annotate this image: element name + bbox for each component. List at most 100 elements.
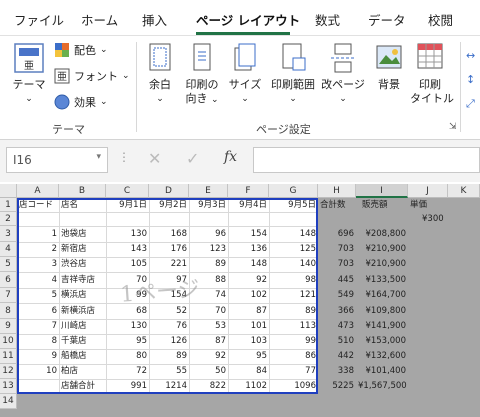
- table-cell[interactable]: ¥210,900: [356, 242, 408, 257]
- row-header[interactable]: 8: [0, 303, 17, 319]
- table-cell[interactable]: ¥133,500: [356, 272, 408, 288]
- table-cell[interactable]: 154: [228, 226, 269, 242]
- table-cell[interactable]: 10: [17, 364, 59, 379]
- table-cell[interactable]: 136: [228, 242, 269, 257]
- table-cell[interactable]: 89: [149, 349, 189, 364]
- row-header[interactable]: 5: [0, 257, 17, 272]
- table-cell[interactable]: 105: [106, 257, 149, 272]
- row-header[interactable]: 2: [0, 212, 17, 226]
- table-cell[interactable]: 549: [318, 288, 356, 303]
- select-all-corner[interactable]: [0, 184, 17, 198]
- table-cell[interactable]: 5: [17, 288, 59, 303]
- table-cell[interactable]: ¥164,700: [356, 288, 408, 303]
- print-area-button[interactable]: 印刷範囲 ⌄: [268, 42, 318, 106]
- formula-input[interactable]: [253, 147, 480, 173]
- table-cell[interactable]: 横浜店: [59, 288, 106, 303]
- tab-page-layout[interactable]: ページ レイアウト: [196, 10, 300, 29]
- margins-button[interactable]: 余白 ⌄: [142, 42, 178, 106]
- column-header[interactable]: J: [408, 184, 448, 198]
- table-cell[interactable]: 510: [318, 334, 356, 349]
- table-cell[interactable]: 445: [318, 272, 356, 288]
- table-cell[interactable]: 366: [318, 303, 356, 319]
- table-cell[interactable]: 70: [189, 303, 228, 319]
- scale-icons[interactable]: ↔ ↕ ⤢: [466, 44, 475, 116]
- table-cell[interactable]: 川崎店: [59, 319, 106, 334]
- table-cell[interactable]: 86: [269, 349, 318, 364]
- table-cell[interactable]: 168: [149, 226, 189, 242]
- table-cell[interactable]: 96: [189, 226, 228, 242]
- table-cell[interactable]: 102: [228, 288, 269, 303]
- column-header[interactable]: C: [106, 184, 149, 198]
- table-cell[interactable]: 101: [228, 319, 269, 334]
- header-cell[interactable]: 9月3日: [189, 198, 228, 212]
- fonts-button[interactable]: 亜 フォント ⌄: [54, 68, 130, 84]
- table-cell[interactable]: ¥208,800: [356, 226, 408, 242]
- header-cell[interactable]: 単価: [408, 198, 448, 212]
- table-cell[interactable]: 池袋店: [59, 226, 106, 242]
- total-cell[interactable]: 1214: [149, 379, 189, 394]
- table-cell[interactable]: 渋谷店: [59, 257, 106, 272]
- table-cell[interactable]: 103: [228, 334, 269, 349]
- table-cell[interactable]: 8: [17, 334, 59, 349]
- table-cell[interactable]: 92: [228, 272, 269, 288]
- table-cell[interactable]: 130: [106, 226, 149, 242]
- table-cell[interactable]: 50: [189, 364, 228, 379]
- tab-data[interactable]: データ: [368, 10, 406, 29]
- table-cell[interactable]: 新宿店: [59, 242, 106, 257]
- table-cell[interactable]: 92: [189, 349, 228, 364]
- table-cell[interactable]: 703: [318, 257, 356, 272]
- column-header[interactable]: D: [149, 184, 189, 198]
- table-cell[interactable]: 113: [269, 319, 318, 334]
- row-header[interactable]: 1: [0, 198, 17, 212]
- header-cell[interactable]: 9月2日: [149, 198, 189, 212]
- table-cell[interactable]: 696: [318, 226, 356, 242]
- table-cell[interactable]: 473: [318, 319, 356, 334]
- header-cell[interactable]: 合計数: [318, 198, 356, 212]
- column-header[interactable]: K: [448, 184, 480, 198]
- table-cell[interactable]: 87: [228, 303, 269, 319]
- table-cell[interactable]: 98: [269, 272, 318, 288]
- table-cell[interactable]: 703: [318, 242, 356, 257]
- table-cell[interactable]: ¥109,800: [356, 303, 408, 319]
- table-cell[interactable]: 87: [189, 334, 228, 349]
- table-cell[interactable]: 柏店: [59, 364, 106, 379]
- orientation-button[interactable]: 印刷の 向き ⌄: [182, 42, 222, 107]
- dialog-launcher-icon[interactable]: ⇲: [449, 122, 457, 132]
- table-cell[interactable]: 95: [106, 334, 149, 349]
- table-cell[interactable]: 77: [269, 364, 318, 379]
- table-cell[interactable]: 3: [17, 257, 59, 272]
- table-cell[interactable]: ¥132,600: [356, 349, 408, 364]
- table-cell[interactable]: 千葉店: [59, 334, 106, 349]
- row-header[interactable]: 7: [0, 288, 17, 303]
- total-cell[interactable]: 店舗合計: [59, 379, 106, 394]
- table-cell[interactable]: 1: [17, 226, 59, 242]
- table-cell[interactable]: 99: [269, 334, 318, 349]
- table-cell[interactable]: 221: [149, 257, 189, 272]
- breaks-button[interactable]: 改ページ ⌄: [320, 42, 366, 106]
- background-button[interactable]: 背景: [370, 42, 408, 92]
- table-cell[interactable]: 140: [269, 257, 318, 272]
- unit-price-cell[interactable]: ¥300: [420, 212, 460, 226]
- row-header[interactable]: 11: [0, 349, 17, 364]
- header-cell[interactable]: 店名: [59, 198, 106, 212]
- chevron-down-icon[interactable]: ▾: [96, 152, 101, 162]
- table-cell[interactable]: 2: [17, 242, 59, 257]
- table-cell[interactable]: 84: [228, 364, 269, 379]
- effects-button[interactable]: 効果 ⌄: [54, 94, 108, 110]
- header-cell[interactable]: 9月4日: [228, 198, 269, 212]
- table-cell[interactable]: 338: [318, 364, 356, 379]
- row-header[interactable]: 13: [0, 379, 17, 394]
- table-cell[interactable]: 72: [106, 364, 149, 379]
- table-cell[interactable]: 89: [269, 303, 318, 319]
- table-cell[interactable]: 442: [318, 349, 356, 364]
- header-cell[interactable]: 9月5日: [269, 198, 318, 212]
- row-header[interactable]: 3: [0, 226, 17, 242]
- table-cell[interactable]: 6: [17, 303, 59, 319]
- table-cell[interactable]: 148: [228, 257, 269, 272]
- table-cell[interactable]: 76: [149, 319, 189, 334]
- table-cell[interactable]: ¥153,000: [356, 334, 408, 349]
- table-cell[interactable]: 80: [106, 349, 149, 364]
- total-cell[interactable]: 991: [106, 379, 149, 394]
- table-cell[interactable]: 125: [269, 242, 318, 257]
- table-cell[interactable]: 新横浜店: [59, 303, 106, 319]
